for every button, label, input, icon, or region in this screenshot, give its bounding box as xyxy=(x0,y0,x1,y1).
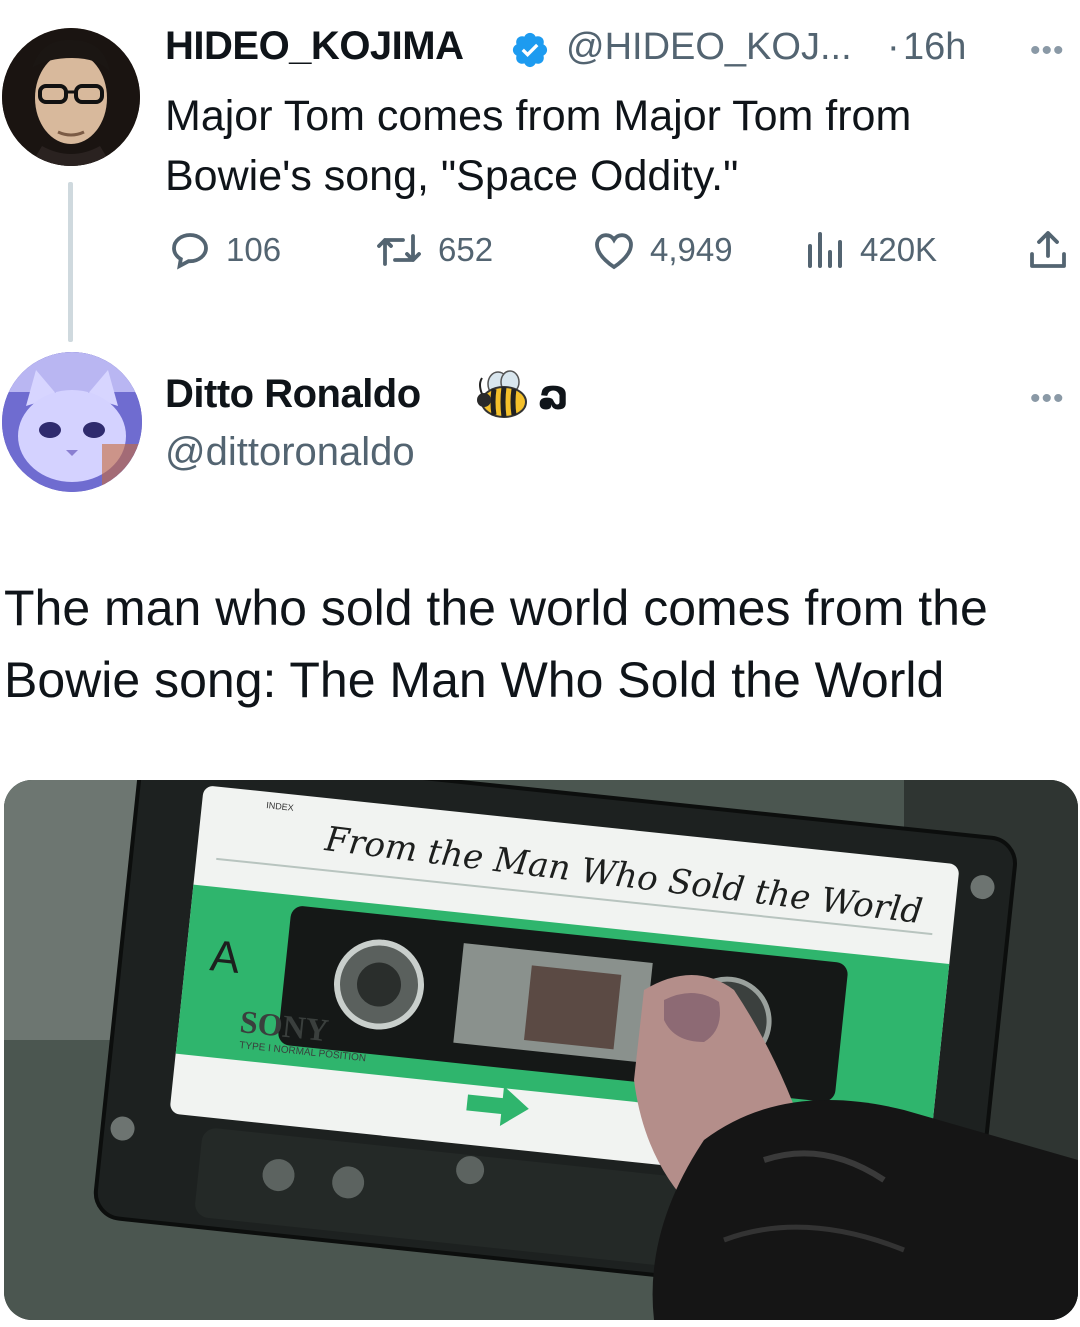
share-upload-icon xyxy=(1030,231,1066,268)
meta-separator: · xyxy=(887,26,900,68)
author-name[interactable]: HIDEO_KOJIMA xyxy=(165,24,464,69)
more-options-icon[interactable]: ••• xyxy=(1030,34,1065,68)
author-name[interactable]: Ditto Ronaldo xyxy=(165,372,421,417)
repost-button[interactable]: 652 xyxy=(372,226,493,274)
avatar-hideo-kojima[interactable] xyxy=(2,28,140,166)
bee-emoji-icon xyxy=(477,370,527,418)
repost-count: 652 xyxy=(438,231,494,268)
repost-icon xyxy=(377,234,421,266)
name-suffix-glyph: ລ xyxy=(538,373,569,417)
author-handle[interactable]: @dittoronaldo xyxy=(165,430,415,475)
views-button[interactable]: 420K xyxy=(800,226,937,274)
like-button[interactable]: 4,949 xyxy=(590,226,733,274)
tweet-action-bar: 106 652 4,949 420K xyxy=(0,226,1080,282)
tweet-text: The man who sold the world comes from th… xyxy=(4,580,988,708)
tweet-text: Major Tom comes from Major Tom from Bowi… xyxy=(165,92,912,200)
reply-button[interactable]: 106 xyxy=(166,226,281,274)
like-count: 4,949 xyxy=(650,231,733,268)
post-timestamp[interactable]: 16h xyxy=(903,26,966,69)
portrait-image xyxy=(2,28,140,166)
attached-photo-cassette[interactable]: From the Man Who Sold the World INDEX A … xyxy=(4,780,1078,1320)
more-options-icon[interactable]: ••• xyxy=(1030,382,1065,416)
avatar-ditto-ronaldo[interactable] xyxy=(2,352,142,492)
cat-avatar-image xyxy=(2,352,142,492)
reply-icon xyxy=(172,233,208,270)
author-handle[interactable]: @HIDEO_KOJ... xyxy=(566,26,852,69)
views-bar-chart-icon xyxy=(808,232,842,268)
heart-icon xyxy=(595,233,633,270)
cassette-side-label: A xyxy=(208,931,243,983)
verified-badge-icon xyxy=(512,32,548,68)
reply-count: 106 xyxy=(226,231,282,268)
share-button[interactable] xyxy=(1024,226,1072,274)
cassette-tape-illustration: From the Man Who Sold the World INDEX A … xyxy=(4,780,1078,1320)
view-count: 420K xyxy=(860,231,938,268)
